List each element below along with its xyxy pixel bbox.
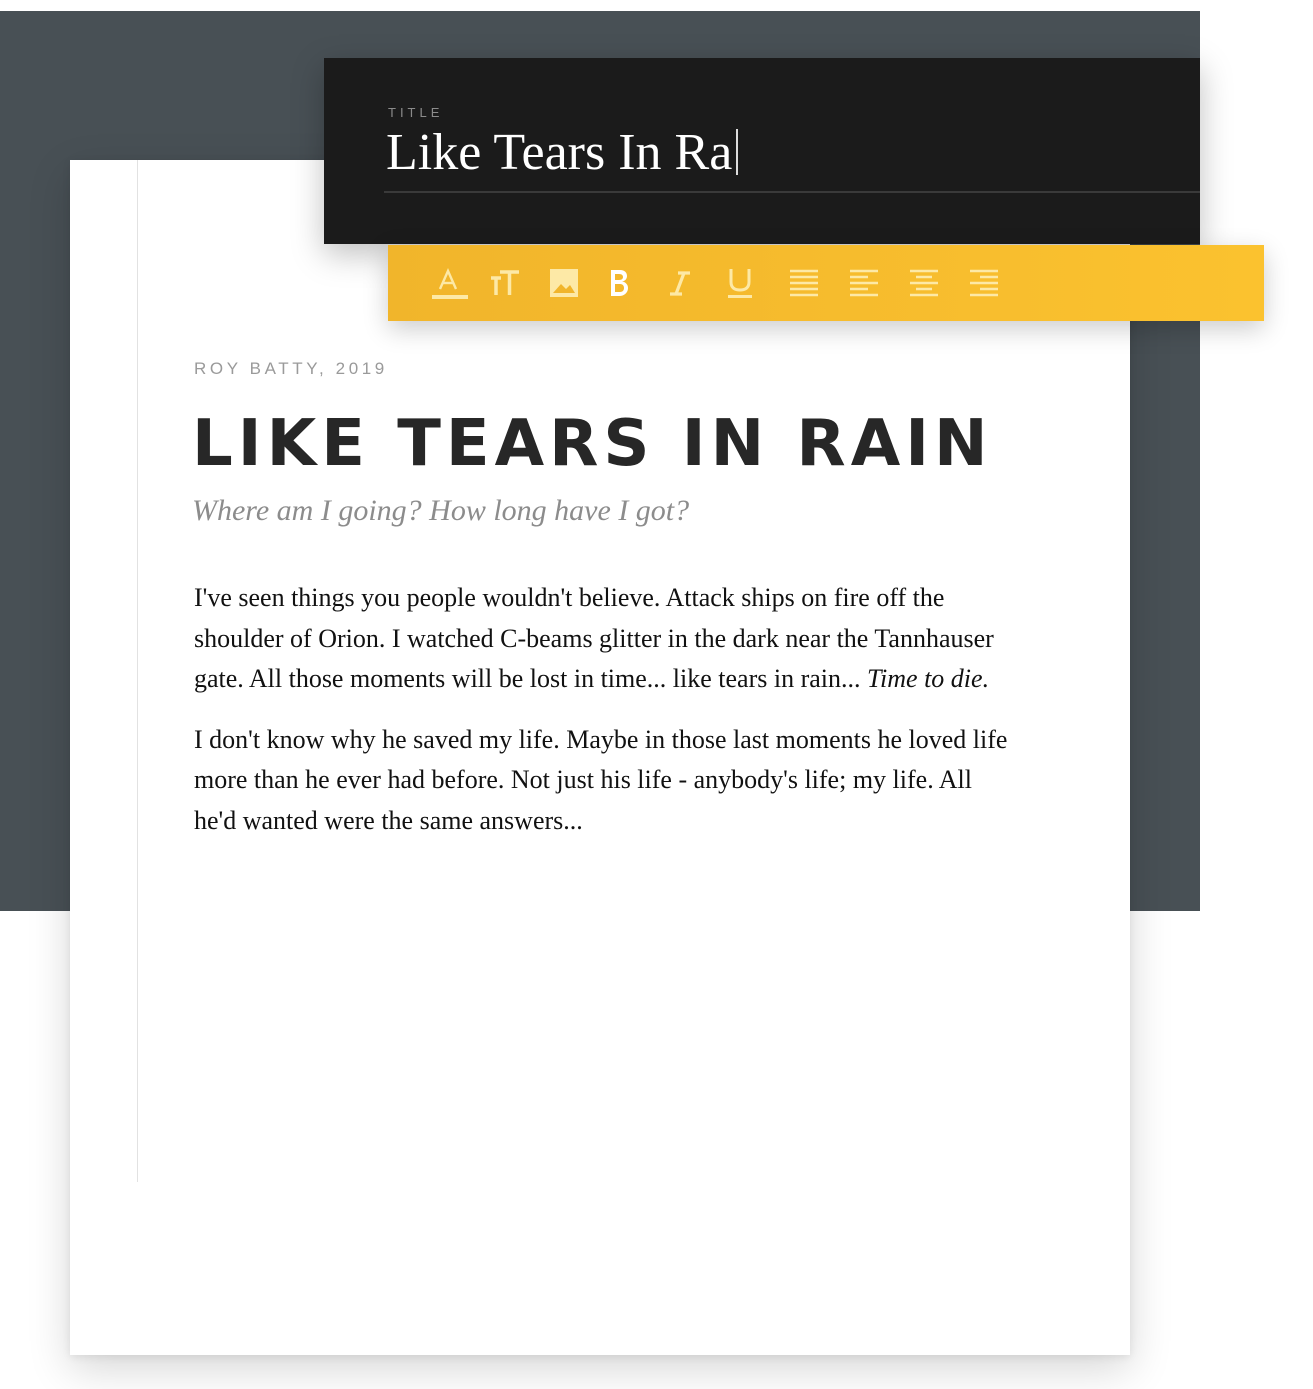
formatting-toolbar bbox=[388, 245, 1264, 321]
title-editor-panel: TITLE Like Tears In Ra bbox=[324, 58, 1200, 244]
paragraph-emphasis: Time to die. bbox=[867, 664, 990, 693]
italic-button[interactable] bbox=[658, 261, 702, 305]
align-center-icon bbox=[910, 269, 938, 297]
align-justify-button[interactable] bbox=[782, 261, 826, 305]
text-size-icon bbox=[491, 270, 519, 295]
bold-button[interactable] bbox=[597, 261, 641, 305]
document-body[interactable]: I've seen things you people wouldn't bel… bbox=[194, 578, 1014, 861]
bold-icon bbox=[611, 270, 628, 296]
align-right-icon bbox=[970, 269, 998, 297]
editor-canvas: ROY BATTY, 2019 LIKE TEARS IN RAIN Where… bbox=[0, 0, 1313, 1389]
document-byline[interactable]: ROY BATTY, 2019 bbox=[194, 359, 388, 379]
italic-icon bbox=[670, 271, 690, 296]
margin-rule bbox=[137, 160, 138, 1182]
align-left-button[interactable] bbox=[842, 261, 886, 305]
title-input-value: Like Tears In Ra bbox=[386, 124, 733, 181]
body-paragraph[interactable]: I don't know why he saved my life. Maybe… bbox=[194, 720, 1014, 842]
document-headline[interactable]: LIKE TEARS IN RAIN bbox=[192, 412, 993, 476]
text-color-button[interactable] bbox=[426, 261, 470, 305]
document-subtitle[interactable]: Where am I going? How long have I got? bbox=[192, 494, 689, 528]
title-input-underline bbox=[384, 191, 1200, 193]
align-justify-icon bbox=[790, 269, 818, 297]
text-color-icon bbox=[432, 268, 468, 299]
underline-icon bbox=[728, 269, 752, 298]
text-size-button[interactable] bbox=[483, 261, 527, 305]
document-page[interactable]: ROY BATTY, 2019 LIKE TEARS IN RAIN Where… bbox=[70, 160, 1130, 1355]
title-field-label: TITLE bbox=[388, 105, 444, 120]
align-center-button[interactable] bbox=[902, 261, 946, 305]
align-left-icon bbox=[850, 269, 878, 297]
title-input[interactable]: Like Tears In Ra bbox=[386, 122, 739, 184]
align-right-button[interactable] bbox=[962, 261, 1006, 305]
text-caret bbox=[736, 129, 739, 175]
underline-button[interactable] bbox=[718, 261, 762, 305]
image-icon bbox=[550, 269, 578, 297]
image-button[interactable] bbox=[542, 261, 586, 305]
body-paragraph[interactable]: I've seen things you people wouldn't bel… bbox=[194, 578, 1014, 700]
